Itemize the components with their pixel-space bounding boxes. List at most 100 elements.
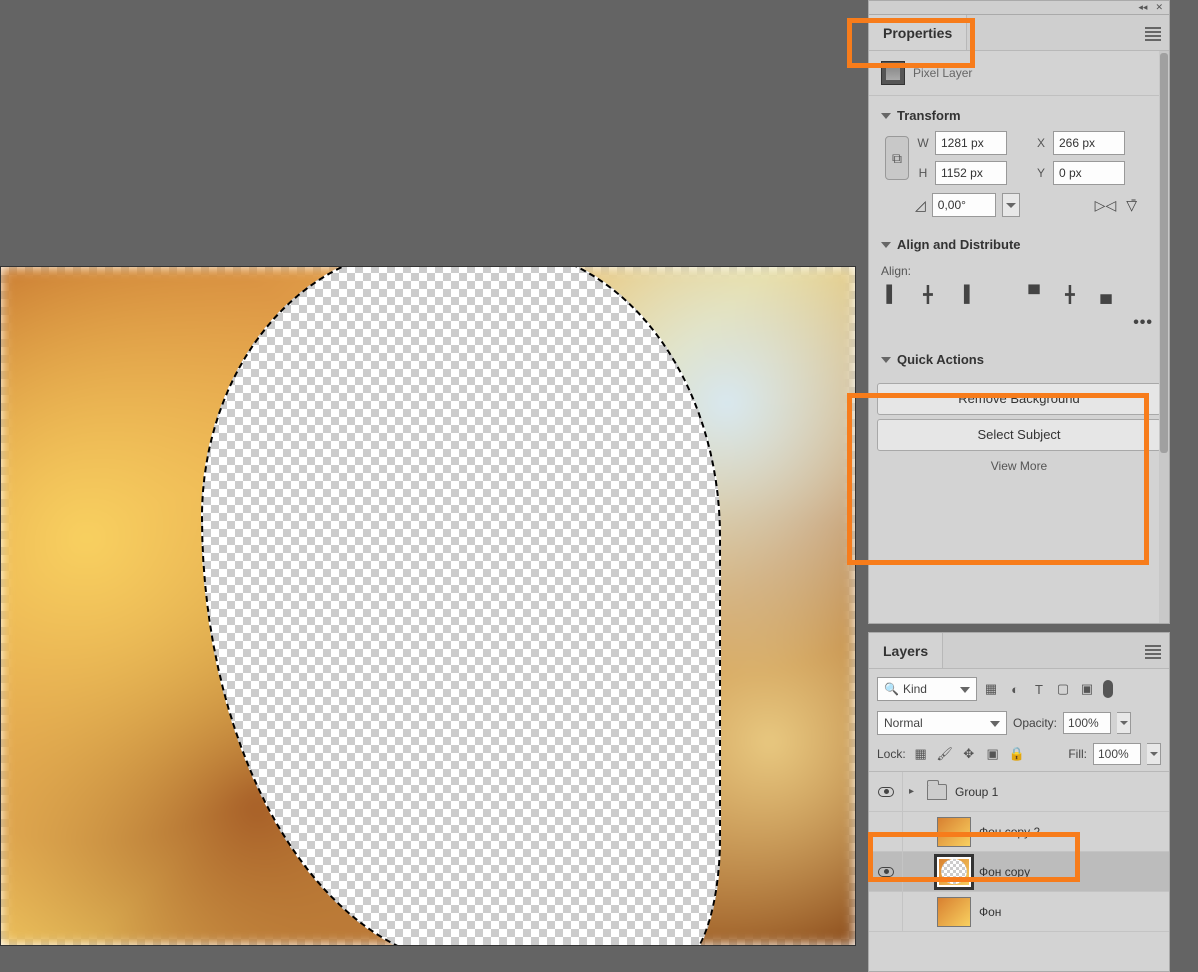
x-input[interactable]: 266 px	[1053, 131, 1125, 155]
quick-actions-section: Quick Actions	[869, 340, 1169, 379]
more-options-icon[interactable]: •••	[869, 312, 1169, 340]
layer-row[interactable]: Фон	[869, 892, 1169, 932]
view-more-link[interactable]: View More	[869, 455, 1169, 473]
align-hcenter-icon[interactable]: ╋	[917, 284, 939, 306]
panel-collapse-bar[interactable]: ◂◂ ✕	[868, 0, 1170, 14]
expand-icon[interactable]: ▸	[909, 786, 919, 797]
tab-properties[interactable]: Properties	[869, 15, 967, 50]
panel-menu-icon[interactable]	[1145, 643, 1161, 661]
visibility-toggle[interactable]	[869, 892, 903, 931]
layer-name[interactable]: Фон	[979, 905, 1001, 919]
blend-row: Normal Opacity: 100%	[869, 709, 1169, 741]
filter-adjust-icon[interactable]: ◐	[1005, 679, 1025, 699]
layer-row-group[interactable]: ▸ Group 1	[869, 772, 1169, 812]
y-input[interactable]: 0 px	[1053, 161, 1125, 185]
filter-kind-label: Kind	[903, 682, 927, 696]
layer-name[interactable]: Фон copy 2	[979, 825, 1040, 839]
blend-mode-label: Normal	[884, 716, 923, 730]
angle-input[interactable]: 0,00°	[932, 193, 996, 217]
fill-dropdown[interactable]	[1147, 743, 1161, 765]
fill-input[interactable]: 100%	[1093, 743, 1141, 765]
visibility-toggle[interactable]	[869, 812, 903, 851]
layer-name[interactable]: Group 1	[955, 785, 998, 799]
align-section: Align and Distribute	[869, 225, 1169, 264]
filter-shape-icon[interactable]: ▢	[1053, 679, 1073, 699]
remove-background-button[interactable]: Remove Background	[877, 383, 1161, 415]
lock-position-icon[interactable]: ✥	[960, 745, 978, 763]
transform-title: Transform	[897, 108, 961, 123]
visibility-toggle[interactable]	[869, 852, 903, 891]
layers-panel: Layers 🔍Kind ▦ ◐ T ▢ ▣ Normal Opacity: 1…	[868, 632, 1170, 972]
layer-thumbnail[interactable]	[937, 897, 971, 927]
layers-tab-bar: Layers	[869, 633, 1169, 669]
close-icon[interactable]: ✕	[1155, 2, 1163, 13]
panel-menu-icon[interactable]	[1145, 25, 1161, 43]
quick-actions-header[interactable]: Quick Actions	[881, 348, 1157, 375]
properties-body: Pixel Layer Transform ⧉ W 1281 px X 266 …	[869, 51, 1169, 623]
align-bottom-icon[interactable]: ▄	[1095, 284, 1117, 306]
align-header[interactable]: Align and Distribute	[881, 233, 1157, 260]
y-label: Y	[1033, 166, 1049, 180]
layer-row[interactable]: Фон copy 2	[869, 812, 1169, 852]
collapse-icon[interactable]: ◂◂	[1138, 2, 1147, 13]
lock-artboard-icon[interactable]: ▣	[984, 745, 1002, 763]
opacity-dropdown[interactable]	[1117, 712, 1131, 734]
flip-vertical-icon[interactable]: ▽̄	[1126, 197, 1137, 214]
filter-toggle[interactable]	[1103, 680, 1113, 698]
layer-row-selected[interactable]: Фон copy	[869, 852, 1169, 892]
link-wh-icon[interactable]: ⧉	[885, 136, 909, 180]
quick-actions-title: Quick Actions	[897, 352, 984, 367]
align-left-icon[interactable]: ▌	[881, 284, 903, 306]
select-subject-button[interactable]: Select Subject	[877, 419, 1161, 451]
canvas[interactable]	[0, 266, 856, 946]
layer-filter-row: 🔍Kind ▦ ◐ T ▢ ▣	[869, 669, 1169, 709]
x-label: X	[1033, 136, 1049, 150]
layer-name[interactable]: Фон copy	[979, 865, 1030, 879]
align-buttons: ▌ ╋ ▐ ▀ ╋ ▄	[869, 284, 1169, 312]
height-input[interactable]: 1152 px	[935, 161, 1007, 185]
align-vcenter-icon[interactable]: ╋	[1059, 284, 1081, 306]
filter-smart-icon[interactable]: ▣	[1077, 679, 1097, 699]
blend-mode-dropdown[interactable]: Normal	[877, 711, 1007, 735]
align-title: Align and Distribute	[897, 237, 1021, 252]
width-input[interactable]: 1281 px	[935, 131, 1007, 155]
flip-horizontal-icon[interactable]: ▷◁	[1095, 197, 1117, 214]
opacity-input[interactable]: 100%	[1063, 712, 1111, 734]
layers-body: 🔍Kind ▦ ◐ T ▢ ▣ Normal Opacity: 100% Loc…	[869, 669, 1169, 971]
layer-list: ▸ Group 1 Фон copy 2 Фон copy Фон	[869, 772, 1169, 932]
chevron-down-icon	[881, 357, 891, 363]
layer-thumbnail[interactable]	[937, 817, 971, 847]
lock-pixels-icon[interactable]: 🖌	[936, 745, 954, 763]
chevron-down-icon	[881, 242, 891, 248]
transform-section: Transform ⧉ W 1281 px X 266 px H 1152 px…	[869, 96, 1169, 225]
lock-row: Lock: ▦ 🖌 ✥ ▣ 🔒 Fill: 100%	[869, 741, 1169, 772]
fill-label: Fill:	[1068, 747, 1087, 761]
eye-icon	[878, 867, 894, 877]
angle-dropdown[interactable]	[1002, 193, 1020, 217]
chevron-down-icon	[881, 113, 891, 119]
w-label: W	[915, 136, 931, 150]
transform-header[interactable]: Transform	[881, 104, 1157, 131]
pixel-layer-icon	[881, 61, 905, 85]
filter-pixel-icon[interactable]: ▦	[981, 679, 1001, 699]
filter-type-icon[interactable]: T	[1029, 679, 1049, 699]
properties-tab-bar: Properties	[869, 15, 1169, 51]
visibility-toggle[interactable]	[869, 772, 903, 811]
tab-layers[interactable]: Layers	[869, 633, 943, 668]
align-top-icon[interactable]: ▀	[1023, 284, 1045, 306]
filter-kind-dropdown[interactable]: 🔍Kind	[877, 677, 977, 701]
lock-transparency-icon[interactable]: ▦	[912, 745, 930, 763]
align-label: Align:	[869, 264, 1169, 284]
properties-panel: Properties Pixel Layer Transform ⧉ W 128…	[868, 14, 1170, 624]
opacity-label: Opacity:	[1013, 716, 1057, 730]
lock-label: Lock:	[877, 747, 906, 761]
align-right-icon[interactable]: ▐	[953, 284, 975, 306]
folder-icon	[927, 784, 947, 800]
layer-thumbnail[interactable]	[937, 857, 971, 887]
layer-type-row: Pixel Layer	[869, 51, 1169, 96]
lock-all-icon[interactable]: 🔒	[1008, 745, 1026, 763]
angle-icon: ◿	[915, 197, 926, 214]
properties-scrollbar[interactable]	[1159, 51, 1169, 623]
eye-icon	[878, 787, 894, 797]
layer-type-label: Pixel Layer	[913, 66, 972, 80]
